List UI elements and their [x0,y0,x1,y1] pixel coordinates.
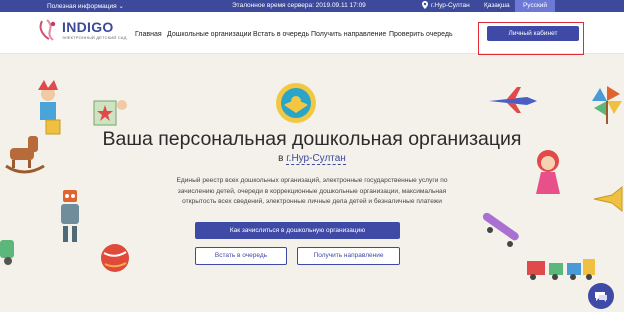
trumpet-icon [593,185,623,213]
useful-info-dropdown[interactable]: Полезная информация ⌄ [47,2,124,10]
robot-toy-icon [61,190,79,242]
nav-item-direction[interactable]: Получить направление [311,31,386,38]
city-prefix: в [278,153,284,164]
city-label: г.Нур-Султан [431,1,470,9]
pinwheel-icon [592,86,622,124]
toy-vehicle-icon [0,240,14,265]
logo[interactable]: INDIGO ЭЛЕКТРОННЫЙ ДЕТСКИЙ САД [38,18,127,42]
city-selector[interactable]: г.Нур-Султан [422,1,470,9]
description: Единый реестр всех дошкольных организаци… [176,177,448,205]
ball-icon [101,244,129,272]
chat-icon [595,292,607,302]
nav-item-home[interactable]: Главная [135,31,162,38]
top-bar: Полезная информация ⌄ Эталонное время се… [0,0,624,12]
logo-title: INDIGO [62,19,114,35]
get-direction-button[interactable]: Получить направление [297,247,400,265]
lang-russian[interactable]: Русский [515,0,555,12]
page-title: Ваша персональная дошкольная организация [102,128,522,150]
location-pin-icon [422,1,428,9]
nav-item-organizations[interactable]: Дошкольные организации [167,31,251,38]
chat-button[interactable] [588,283,614,309]
nav-item-check-queue[interactable]: Проверить очередь [389,31,453,38]
join-queue-button[interactable]: Встать в очередь [195,247,287,265]
logo-subtitle: ЭЛЕКТРОННЫЙ ДЕТСКИЙ САД [62,35,127,40]
skateboard-icon [482,212,519,247]
lang-kazakh[interactable]: Қазақша [480,0,514,12]
enroll-info-button[interactable]: Как зачислиться в дошкольную организацию [195,222,400,239]
city-line: в г.Нур-Султан [0,153,624,165]
toy-train-icon [527,259,595,280]
highlight-box [478,22,584,55]
nav-item-queue[interactable]: Встать в очередь [253,31,309,38]
emblem-icon [276,83,316,123]
server-time: Эталонное время сервера: 2019.09.11 17:0… [232,2,366,9]
city-link[interactable]: г.Нур-Султан [286,153,346,165]
toy-airplane-icon [489,87,537,113]
logo-icon [39,19,56,41]
